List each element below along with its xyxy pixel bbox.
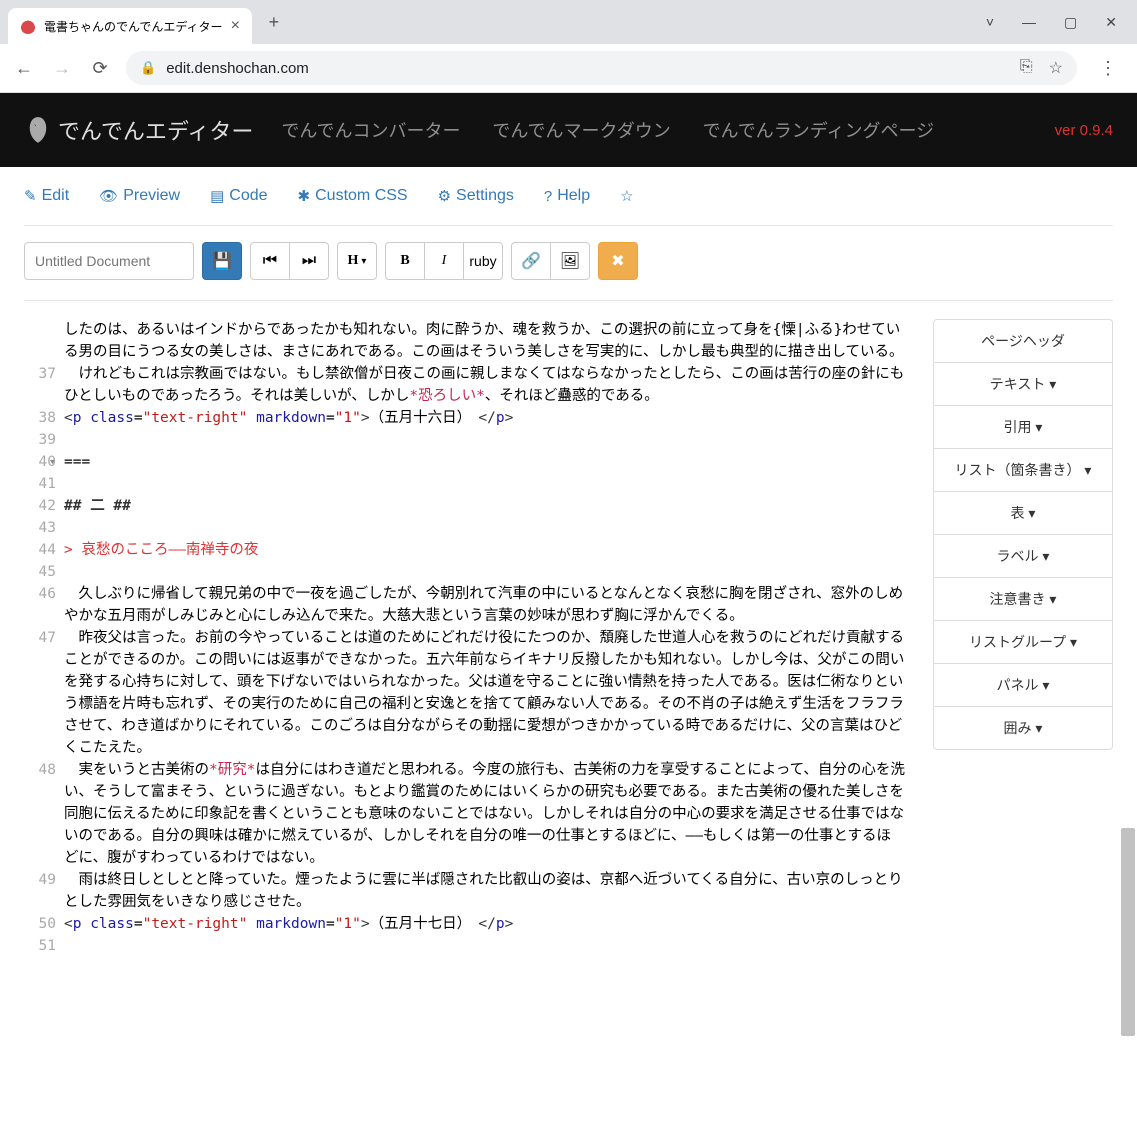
tab-preview[interactable]: 👁Preview: [99, 187, 180, 205]
skip-prev-icon: ⏮: [263, 252, 277, 270]
times-icon: ✖: [611, 251, 624, 271]
tab-bookmark[interactable]: ☆: [620, 187, 633, 205]
ruby-button[interactable]: ruby: [463, 242, 503, 280]
asterisk-icon: ✱: [298, 187, 311, 205]
save-button[interactable]: 💾: [202, 242, 242, 280]
sidebar-item-9[interactable]: 囲み ▾: [934, 707, 1112, 749]
code-icon: ▤: [210, 187, 224, 205]
scrollbar-thumb[interactable]: [1121, 828, 1135, 1036]
close-window-icon[interactable]: ✕: [1105, 14, 1117, 31]
mode-tabs: ✎Edit 👁Preview ▤Code ✱Custom CSS ⚙Settin…: [24, 167, 1113, 226]
sidebar-item-6[interactable]: 注意書き ▾: [934, 578, 1112, 621]
minimize-icon[interactable]: —: [1022, 14, 1036, 31]
question-icon: ?: [544, 188, 552, 205]
document-title-input[interactable]: [24, 242, 194, 280]
sidebar-item-8[interactable]: パネル ▾: [934, 664, 1112, 707]
nav-landing[interactable]: でんでんランディングページ: [703, 121, 934, 141]
new-tab-button[interactable]: +: [260, 8, 288, 36]
favicon-icon: [20, 18, 36, 34]
lock-icon: 🔒: [140, 60, 156, 76]
italic-button[interactable]: I: [424, 242, 464, 280]
link-icon: 🔗: [521, 251, 541, 271]
sidebar-item-2[interactable]: 引用 ▾: [934, 406, 1112, 449]
bookmark-icon[interactable]: ☆: [1049, 58, 1063, 78]
eye-icon: 👁: [99, 187, 118, 205]
window-dropdown-icon[interactable]: ˅: [986, 14, 994, 31]
gear-icon: ⚙: [438, 187, 451, 205]
sidebar-item-3[interactable]: リスト（箇条書き） ▾: [934, 449, 1112, 492]
browser-tab-bar: 電書ちゃんのでんでんエディター × + ˅ — ▢ ✕: [0, 0, 1137, 44]
maximize-icon[interactable]: ▢: [1064, 14, 1077, 31]
nav-converter[interactable]: でんでんコンバーター: [281, 121, 460, 141]
nav-markdown[interactable]: でんでんマークダウン: [492, 121, 670, 141]
bold-button[interactable]: B: [385, 242, 425, 280]
address-bar: ← → ⟳ 🔒 edit.denshochan.com ⎘ ☆ ⋮: [0, 44, 1137, 92]
star-icon: ☆: [620, 187, 633, 205]
forward-button[interactable]: →: [50, 58, 74, 79]
install-app-icon[interactable]: ⎘: [1020, 58, 1033, 78]
sidebar-item-5[interactable]: ラベル ▾: [934, 535, 1112, 578]
browser-menu-button[interactable]: ⋮: [1091, 58, 1125, 79]
app-header: でんでんエディター でんでんコンバーター でんでんマークダウン でんでんランディ…: [0, 93, 1137, 167]
code-content[interactable]: したのは、あるいはインドからであったかも知れない。肉に酔うか、魂を救うか、この選…: [64, 319, 905, 957]
image-icon: 🖼: [560, 251, 580, 271]
sidebar-item-7[interactable]: リストグループ ▾: [934, 621, 1112, 664]
tab-code[interactable]: ▤Code: [210, 187, 267, 205]
back-button[interactable]: ←: [12, 58, 36, 79]
insert-sidebar: ページヘッダテキスト ▾引用 ▾リスト（箇条書き） ▾表 ▾ラベル ▾注意書き …: [933, 319, 1113, 957]
reload-button[interactable]: ⟳: [88, 58, 112, 79]
close-icon[interactable]: ×: [231, 17, 240, 35]
next-button[interactable]: ⏭: [289, 242, 329, 280]
pencil-icon: ✎: [24, 187, 37, 205]
link-button[interactable]: 🔗: [511, 242, 551, 280]
code-editor[interactable]: 373839404142434445464748495051 したのは、あるいは…: [24, 319, 905, 957]
url-text: edit.denshochan.com: [166, 60, 309, 77]
url-input[interactable]: 🔒 edit.denshochan.com ⎘ ☆: [126, 51, 1077, 85]
sidebar-item-4[interactable]: 表 ▾: [934, 492, 1112, 535]
skip-next-icon: ⏭: [302, 252, 316, 270]
app-nav: でんでんコンバーター でんでんマークダウン でんでんランディングページ: [281, 117, 962, 143]
tab-settings[interactable]: ⚙Settings: [438, 187, 514, 205]
version-label: ver 0.9.4: [1055, 122, 1113, 139]
line-gutter: 373839404142434445464748495051: [24, 319, 64, 957]
sidebar-item-1[interactable]: テキスト ▾: [934, 363, 1112, 406]
prev-button[interactable]: ⏮: [250, 242, 290, 280]
tab-title: 電書ちゃんのでんでんエディター: [44, 18, 223, 35]
browser-tab[interactable]: 電書ちゃんのでんでんエディター ×: [8, 8, 252, 44]
brand-logo-icon: [24, 110, 52, 150]
image-button[interactable]: 🖼: [550, 242, 590, 280]
tab-help[interactable]: ?Help: [544, 187, 590, 205]
tab-edit[interactable]: ✎Edit: [24, 187, 69, 205]
tab-custom-css[interactable]: ✱Custom CSS: [298, 187, 408, 205]
action-toolbar: 💾 ⏮ ⏭ H▾ B I ruby 🔗 🖼 ✖: [24, 226, 1113, 301]
sidebar-item-0[interactable]: ページヘッダ: [934, 320, 1112, 363]
heading-dropdown[interactable]: H▾: [337, 242, 377, 280]
save-icon: 💾: [212, 251, 232, 271]
clear-button[interactable]: ✖: [598, 242, 638, 280]
brand-title[interactable]: でんでんエディター: [58, 114, 253, 146]
